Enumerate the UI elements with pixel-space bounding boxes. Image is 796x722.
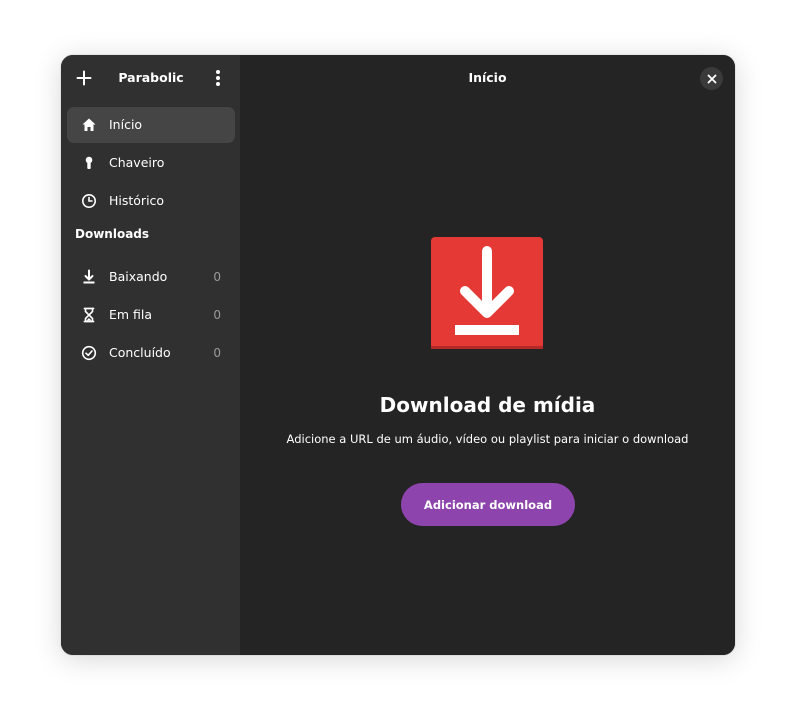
sidebar-item-chaveiro[interactable]: Chaveiro — [67, 145, 235, 181]
main-content: Início Download de mídia Adicione a URL … — [240, 55, 735, 655]
clock-icon — [80, 192, 98, 210]
page-title: Início — [468, 70, 507, 85]
sidebar: Parabolic Início Chaveiro Histórico Down… — [61, 55, 240, 655]
app-window: Parabolic Início Chaveiro Histórico Down… — [61, 55, 735, 655]
sidebar-item-label: Baixando — [109, 269, 168, 284]
close-icon — [707, 74, 716, 83]
sidebar-item-label: Concluído — [109, 345, 171, 360]
sidebar-item-historico[interactable]: Histórico — [67, 183, 235, 219]
plus-icon — [76, 70, 92, 86]
sidebar-item-concluido[interactable]: Concluído 0 — [67, 335, 235, 371]
download-arrow-icon — [80, 268, 98, 286]
hero-subtitle: Adicione a URL de um áudio, vídeo ou pla… — [286, 432, 689, 446]
check-circle-icon — [80, 344, 98, 362]
sidebar-header: Parabolic — [61, 55, 240, 101]
sidebar-item-baixando[interactable]: Baixando 0 — [67, 259, 235, 295]
keyring-icon — [80, 154, 98, 172]
sidebar-item-label: Chaveiro — [109, 155, 165, 170]
download-hero-icon — [431, 237, 543, 349]
add-button[interactable] — [67, 61, 101, 95]
sidebar-item-inicio[interactable]: Início — [67, 107, 235, 143]
downloads-section-title: Downloads — [75, 227, 150, 241]
queued-count: 0 — [213, 308, 221, 322]
completed-count: 0 — [213, 346, 221, 360]
app-title: Parabolic — [118, 70, 184, 85]
hero-title: Download de mídia — [379, 393, 596, 417]
close-button[interactable] — [700, 67, 723, 90]
sidebar-item-label: Histórico — [109, 193, 165, 208]
home-icon — [80, 116, 98, 134]
vertical-dots-icon — [216, 70, 220, 86]
main-menu-button[interactable] — [201, 61, 235, 95]
hourglass-icon — [80, 306, 98, 324]
downloading-count: 0 — [213, 270, 221, 284]
add-download-button[interactable]: Adicionar download — [401, 483, 575, 526]
sidebar-item-label: Início — [109, 117, 143, 132]
sidebar-item-em-fila[interactable]: Em fila 0 — [67, 297, 235, 333]
sidebar-item-label: Em fila — [109, 307, 153, 322]
